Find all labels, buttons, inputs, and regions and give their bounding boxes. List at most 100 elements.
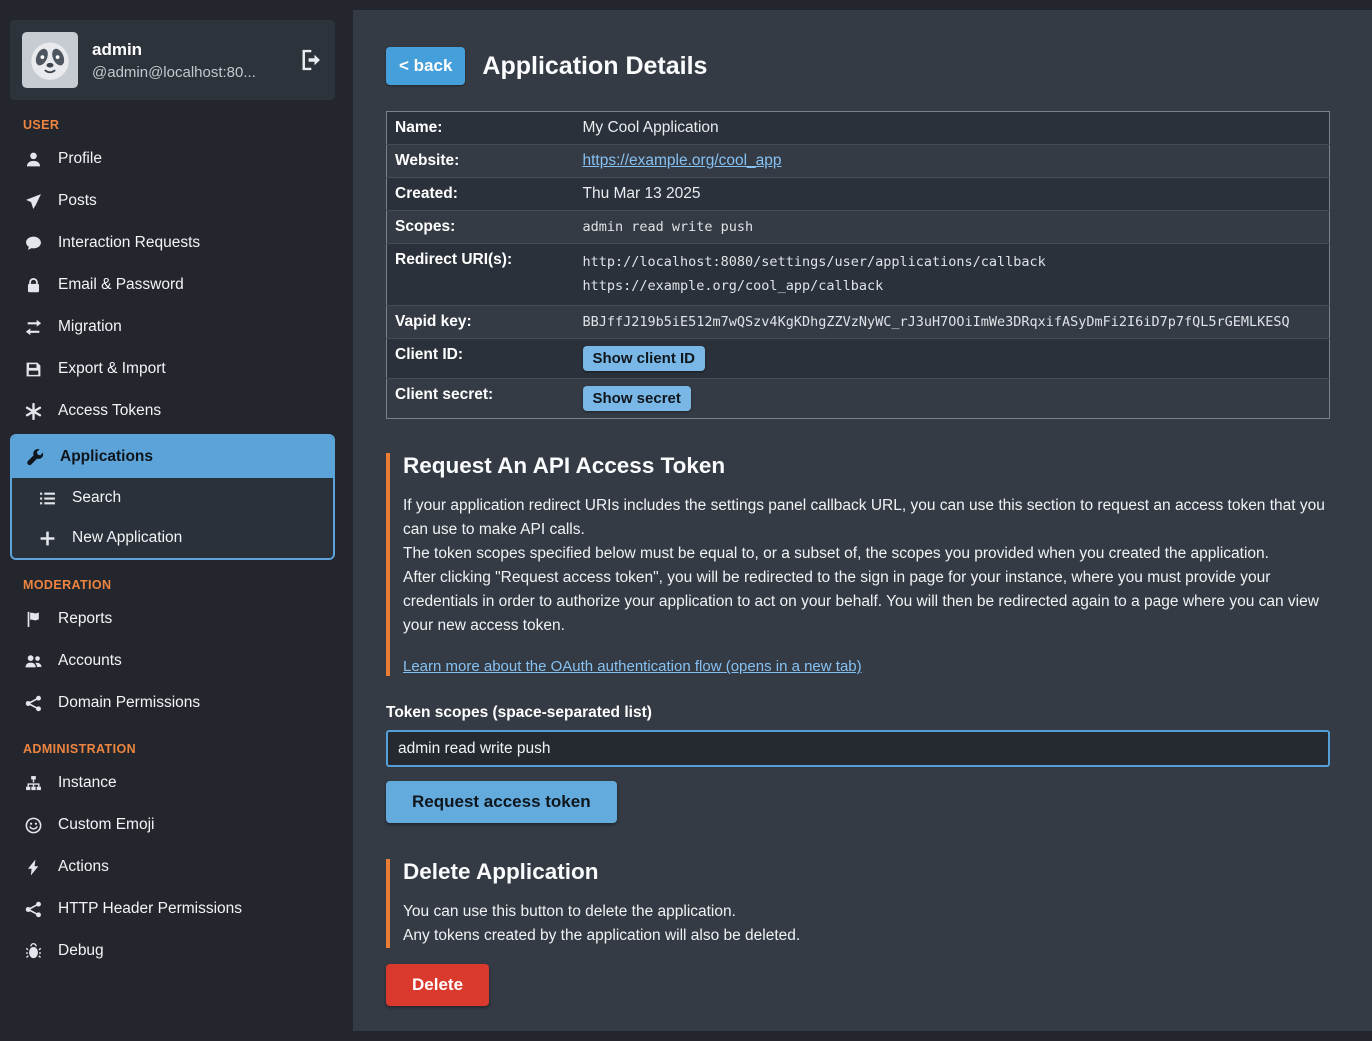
delete-application-heading: Delete Application [403, 859, 1330, 885]
sidebar-item-http-header-permissions[interactable]: HTTP Header Permissions [10, 888, 335, 930]
show-secret-button[interactable]: Show secret [583, 386, 691, 411]
sidebar-item-label: Domain Permissions [58, 694, 200, 712]
sidebar-item-migration[interactable]: Migration [10, 306, 335, 348]
bolt-icon [24, 859, 43, 876]
sidebar-nav-moderation: Reports Accounts Domain Permissions [10, 598, 335, 724]
settings-app: admin @admin@localhost:80... USER Profil… [0, 0, 1372, 1041]
main-content: < back Application Details Name: My Cool… [353, 10, 1372, 1031]
request-token-paragraph: The token scopes specified below must be… [403, 542, 1330, 566]
sidebar-item-label: Access Tokens [58, 402, 161, 420]
user-handle: @admin@localhost:80... [92, 64, 256, 81]
detail-label: Redirect URI(s): [387, 244, 575, 306]
section-label-user: USER [23, 118, 335, 132]
sidebar-item-label: Search [72, 489, 121, 507]
table-row-redirect-uris: Redirect URI(s): http://localhost:8080/s… [387, 244, 1330, 306]
sidebar-item-label: Applications [60, 448, 153, 466]
table-row-website: Website: https://example.org/cool_app [387, 145, 1330, 178]
detail-label: Created: [387, 178, 575, 211]
bug-icon [24, 943, 43, 960]
sidebar-item-access-tokens[interactable]: Access Tokens [10, 390, 335, 432]
smiley-icon [24, 817, 43, 834]
sidebar-item-label: Actions [58, 858, 109, 876]
comment-icon [24, 235, 43, 252]
sidebar-nav-user: Profile Posts Interaction Requests Email… [10, 138, 335, 560]
sidebar-item-label: New Application [72, 529, 182, 547]
sitemap-icon [24, 775, 43, 792]
request-token-paragraph: If your application redirect URIs includ… [403, 494, 1330, 542]
sidebar-item-new-application[interactable]: New Application [12, 518, 333, 558]
back-button[interactable]: < back [386, 47, 465, 85]
detail-value: My Cool Application [575, 112, 1330, 145]
share-nodes-icon [24, 695, 43, 712]
plus-icon [38, 530, 57, 547]
sidebar-item-actions[interactable]: Actions [10, 846, 335, 888]
sidebar-item-label: Email & Password [58, 276, 184, 294]
detail-value: BBJffJ219b5iE512m7wQSzv4KgKDhgZZVzNyWC_r… [575, 306, 1330, 339]
sidebar-item-label: Interaction Requests [58, 234, 200, 252]
token-scopes-input[interactable] [386, 730, 1330, 767]
application-details-table: Name: My Cool Application Website: https… [386, 111, 1330, 419]
sidebar-item-label: Reports [58, 610, 112, 628]
sidebar-item-profile[interactable]: Profile [10, 138, 335, 180]
request-access-token-button[interactable]: Request access token [386, 781, 617, 823]
sidebar-item-label: Profile [58, 150, 102, 168]
sidebar-item-applications-search[interactable]: Search [12, 478, 333, 518]
sidebar-item-label: Custom Emoji [58, 816, 154, 834]
show-client-id-button[interactable]: Show client ID [583, 346, 706, 371]
request-token-heading: Request An API Access Token [403, 453, 1330, 479]
table-row-scopes: Scopes: admin read write push [387, 211, 1330, 244]
detail-label: Client ID: [387, 339, 575, 379]
sidebar-item-export-import[interactable]: Export & Import [10, 348, 335, 390]
list-icon [38, 490, 57, 507]
delete-application-section: Delete Application You can use this butt… [386, 859, 1330, 948]
wrench-icon [26, 449, 45, 466]
sidebar-item-posts[interactable]: Posts [10, 180, 335, 222]
website-link[interactable]: https://example.org/cool_app [583, 152, 782, 169]
detail-label: Website: [387, 145, 575, 178]
detail-value: Thu Mar 13 2025 [575, 178, 1330, 211]
user-card[interactable]: admin @admin@localhost:80... [10, 20, 335, 100]
sloth-avatar [22, 32, 78, 88]
oauth-docs-link[interactable]: Learn more about the OAuth authenticatio… [403, 658, 862, 675]
sidebar-item-debug[interactable]: Debug [10, 930, 335, 972]
delete-button[interactable]: Delete [386, 964, 489, 1006]
sign-out-icon[interactable] [301, 49, 323, 71]
applications-group: Applications Search New Application [10, 434, 335, 560]
page-title: Application Details [482, 52, 707, 81]
section-label-administration: ADMINISTRATION [23, 742, 335, 756]
token-scopes-label: Token scopes (space-separated list) [386, 704, 1330, 722]
request-token-section: Request An API Access Token If your appl… [386, 453, 1330, 676]
sidebar: admin @admin@localhost:80... USER Profil… [0, 0, 345, 1041]
sidebar-item-label: Instance [58, 774, 117, 792]
floppy-disk-icon [24, 361, 43, 378]
detail-label: Scopes: [387, 211, 575, 244]
user-meta: admin @admin@localhost:80... [92, 40, 256, 81]
sidebar-item-email-password[interactable]: Email & Password [10, 264, 335, 306]
sidebar-item-label: Debug [58, 942, 104, 960]
sidebar-item-custom-emoji[interactable]: Custom Emoji [10, 804, 335, 846]
section-label-moderation: MODERATION [23, 578, 335, 592]
sidebar-item-label: Migration [58, 318, 122, 336]
sidebar-item-label: Posts [58, 192, 97, 210]
sidebar-item-label: HTTP Header Permissions [58, 900, 242, 918]
request-token-paragraph: After clicking "Request access token", y… [403, 566, 1330, 638]
sidebar-item-reports[interactable]: Reports [10, 598, 335, 640]
header-row: < back Application Details [386, 47, 1330, 85]
sidebar-item-domain-permissions[interactable]: Domain Permissions [10, 682, 335, 724]
detail-label: Vapid key: [387, 306, 575, 339]
table-row-client-secret: Client secret: Show secret [387, 379, 1330, 419]
detail-value: http://localhost:8080/settings/user/appl… [575, 244, 1330, 306]
user-name: admin [92, 40, 256, 60]
table-row-created: Created: Thu Mar 13 2025 [387, 178, 1330, 211]
sidebar-item-instance[interactable]: Instance [10, 762, 335, 804]
detail-value: admin read write push [575, 211, 1330, 244]
sidebar-item-accounts[interactable]: Accounts [10, 640, 335, 682]
table-row-client-id: Client ID: Show client ID [387, 339, 1330, 379]
sidebar-item-applications[interactable]: Applications [12, 436, 333, 478]
delete-paragraph: Any tokens created by the application wi… [403, 924, 1330, 948]
asterisk-icon [24, 403, 43, 420]
redirect-uri-1: http://localhost:8080/settings/user/appl… [583, 251, 1322, 275]
table-row-vapid-key: Vapid key: BBJffJ219b5iE512m7wQSzv4KgKDh… [387, 306, 1330, 339]
sidebar-item-interaction-requests[interactable]: Interaction Requests [10, 222, 335, 264]
transfer-arrows-icon [24, 319, 43, 336]
